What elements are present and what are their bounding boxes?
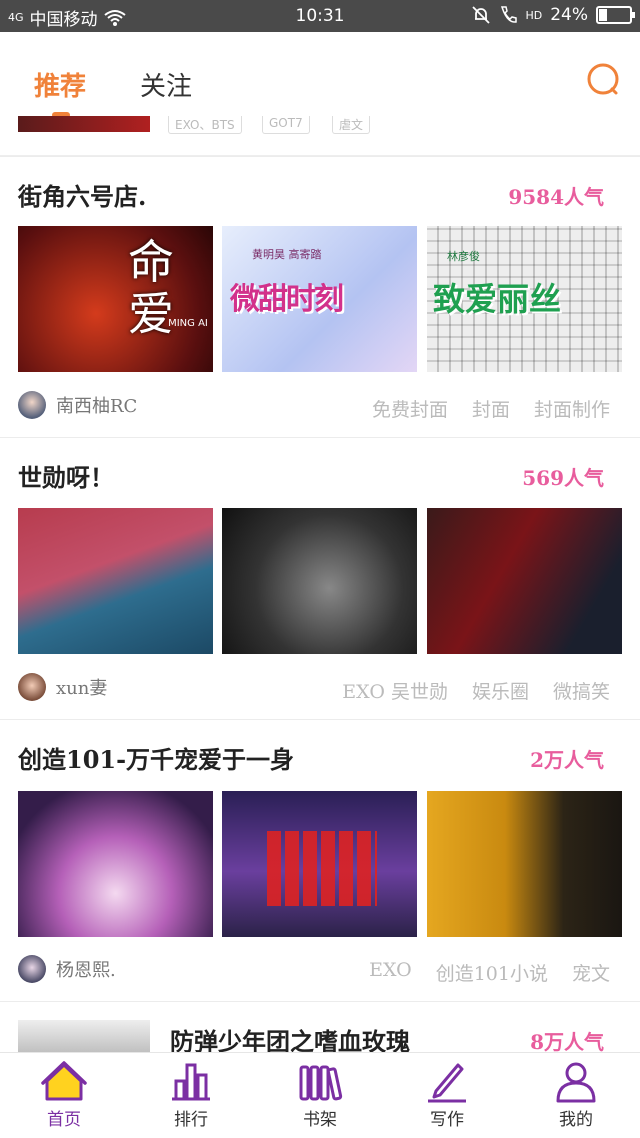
nav-write[interactable]: 写作: [402, 1059, 492, 1130]
book-title[interactable]: 创造101-万千宠爱于一身: [18, 740, 294, 775]
cover-subtext: 林彦俊: [447, 250, 480, 263]
pen-icon: [428, 1063, 466, 1103]
bookshelf-icon: [299, 1065, 343, 1101]
popularity-count: 2万人气: [530, 748, 604, 772]
battery-percent: 24%: [550, 5, 588, 25]
status-right: HD 24%: [471, 5, 635, 25]
nav-label: 写作: [430, 1110, 464, 1130]
nav-label: 排行: [174, 1110, 208, 1130]
book-card[interactable]: 创造101-万千宠爱于一身 2万人气 杨恩熙. EXO 创造101小说 宠文: [0, 719, 640, 1001]
popularity-count: 9584人气: [508, 185, 604, 209]
popularity-count: 569人气: [522, 466, 604, 490]
avatar[interactable]: [18, 391, 46, 419]
nav-label: 首页: [47, 1110, 81, 1130]
cover-image[interactable]: 致爱丽丝 林彦俊: [427, 226, 622, 372]
partial-cover[interactable]: [18, 116, 150, 132]
tag-list: EXO 吴世勋 娱乐圈 微搞笑: [342, 677, 610, 704]
ranking-icon: [172, 1063, 210, 1101]
partial-tag[interactable]: 虐文: [332, 116, 371, 134]
cover-image[interactable]: [18, 791, 213, 937]
author-row[interactable]: 南西柚RC: [18, 391, 137, 419]
hd-label: HD: [525, 8, 543, 22]
cover-image[interactable]: [222, 508, 417, 654]
profile-icon: [556, 1062, 596, 1103]
author-name[interactable]: xun妻: [56, 674, 107, 700]
author-name[interactable]: 南西柚RC: [56, 392, 137, 418]
partial-tag[interactable]: EXO、BTS: [168, 116, 242, 134]
tag[interactable]: 创造101小说: [436, 959, 548, 986]
author-name[interactable]: 杨恩熙.: [56, 956, 116, 982]
battery-icon: [596, 6, 635, 24]
search-icon[interactable]: [586, 62, 622, 98]
tag[interactable]: EXO: [369, 959, 412, 986]
cover-text: 微甜时刻: [230, 282, 344, 317]
nav-home[interactable]: 首页: [19, 1059, 109, 1130]
hd-call-icon: [501, 6, 518, 23]
cover-image[interactable]: [427, 791, 622, 937]
tag[interactable]: 宠文: [572, 959, 610, 986]
nav-label: 书架: [303, 1110, 337, 1130]
nav-bookshelf[interactable]: 书架: [275, 1059, 365, 1130]
cover-image[interactable]: [18, 508, 213, 654]
tab-recommend[interactable]: 推荐: [34, 66, 86, 103]
tag-list: 免费封面 封面 封面制作: [372, 395, 610, 422]
tag-list: EXO 创造101小说 宠文: [369, 959, 610, 986]
cover-image[interactable]: 命爱 MING AI: [18, 226, 213, 372]
book-title[interactable]: 街角六号店.: [18, 177, 146, 212]
cover-image[interactable]: [222, 791, 417, 937]
tab-following[interactable]: 关注: [140, 66, 192, 103]
cover-image[interactable]: [427, 508, 622, 654]
book-title[interactable]: 世勋呀！: [18, 458, 114, 493]
tag[interactable]: EXO 吴世勋: [342, 677, 448, 704]
tag[interactable]: 封面制作: [534, 395, 610, 422]
cover-text: 致爱丽丝: [433, 280, 562, 318]
partial-section: EXO、BTS GOT7 虐文: [0, 116, 640, 156]
nav-ranking[interactable]: 排行: [146, 1059, 236, 1130]
book-card[interactable]: 世勋呀！ 569人气 xun妻 EXO 吴世勋 娱乐圈 微搞笑: [0, 437, 640, 719]
avatar[interactable]: [18, 673, 46, 701]
author-row[interactable]: xun妻: [18, 673, 107, 701]
book-card[interactable]: 街角六号店. 9584人气 命爱 MING AI 微甜时刻 黄明昊 高寄踏 致爱…: [0, 156, 640, 437]
cover-image[interactable]: 微甜时刻 黄明昊 高寄踏: [222, 226, 417, 372]
status-bar: 4G 中国移动 10:31 HD 24%: [0, 0, 640, 32]
partial-tag[interactable]: GOT7: [262, 116, 310, 134]
home-icon: [41, 1061, 87, 1101]
author-row[interactable]: 杨恩熙.: [18, 955, 116, 983]
popularity-count: 8万人气: [530, 1030, 604, 1054]
tag[interactable]: 娱乐圈: [472, 677, 529, 704]
cover-subtext: MING AI: [168, 318, 208, 329]
mute-bell-icon: [472, 6, 491, 24]
nav-label: 我的: [559, 1110, 593, 1130]
avatar[interactable]: [18, 955, 46, 983]
nav-profile[interactable]: 我的: [531, 1059, 621, 1130]
tag[interactable]: 免费封面: [372, 395, 448, 422]
tag[interactable]: 封面: [472, 395, 510, 422]
top-nav: 推荐 关注: [0, 32, 640, 120]
tag[interactable]: 微搞笑: [553, 677, 610, 704]
bottom-nav: 首页 排行 书架 写作 我的: [0, 1052, 640, 1138]
cover-subtext: 黄明昊 高寄踏: [252, 248, 322, 261]
